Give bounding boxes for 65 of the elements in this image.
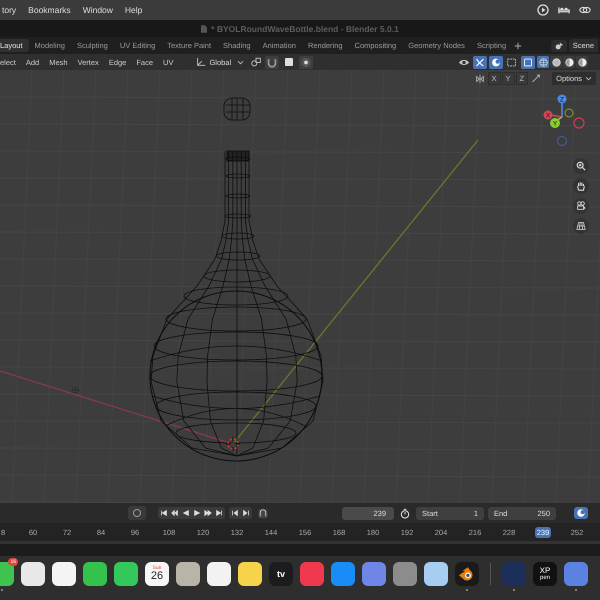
hand-icon [576,181,586,191]
app-icon[interactable] [207,562,231,586]
playback-control-icon[interactable] [160,509,168,517]
proportional-edit-icon[interactable] [299,56,314,68]
overlay-icon [576,508,586,518]
pivot-icon[interactable] [249,56,264,68]
scene-selector-button[interactable] [550,40,567,52]
menu-item[interactable]: Help [118,5,148,15]
app-icon[interactable] [114,562,138,586]
zoom-button[interactable] [573,158,589,174]
perspective-grid-button[interactable] [573,218,589,234]
shading-icon [538,58,548,66]
circle-icon [132,508,142,518]
magnet-icon[interactable] [265,56,280,68]
app-icon[interactable] [424,562,448,586]
stopwatch-icon[interactable] [398,506,412,520]
menu-item[interactable]: tory [0,5,22,15]
calendar-date-text: 26 [150,571,164,582]
playback-control-icon[interactable] [215,509,223,517]
snap-target-icon[interactable] [285,58,294,66]
app-icon[interactable] [83,562,107,586]
axes-icon [196,57,206,67]
app-icon[interactable] [238,562,262,586]
gizmo-toggle-icon[interactable] [473,56,487,68]
auto-key-icon[interactable] [256,506,270,520]
camera-button[interactable] [573,198,589,214]
window-title: * BYOLRoundWaveBottle.blend - Blender 5.0.1 [211,24,399,34]
play-icon[interactable] [537,4,549,16]
app-icon[interactable] [455,562,479,586]
jump-keyframe-icon[interactable] [231,509,239,517]
shading-mode-button[interactable] [576,56,588,68]
shading-icon [552,58,560,66]
app-icon[interactable] [52,562,76,586]
caret-icon [237,60,244,64]
app-label-text: XP [540,567,550,575]
menu-item[interactable]: Bookmarks [22,5,77,15]
keying-button[interactable] [128,506,146,520]
shading-mode-button[interactable] [550,56,562,68]
scene-icon [554,40,564,50]
app-icon[interactable] [21,562,45,586]
app-label-text: tv [276,569,285,579]
caret-icon [585,76,592,81]
shading-icon [564,58,574,66]
sync-button[interactable] [574,507,588,519]
playback-control-icon[interactable] [204,509,212,517]
3d-cursor-icon [226,437,240,451]
document-icon [201,24,208,32]
menu-item[interactable]: Window [76,5,119,15]
shading-mode-button[interactable] [537,56,549,68]
mesh-edit-overlay-icon[interactable] [505,56,519,68]
xray-toggle-icon[interactable] [521,56,535,68]
app-icon[interactable] [176,562,200,586]
add-icon[interactable] [514,42,522,50]
overlay-toggle-icon[interactable] [489,56,503,68]
jump-keyframe-icon[interactable] [242,509,250,517]
pan-hand-button[interactable] [573,178,589,194]
shading-mode-button[interactable] [563,56,575,68]
playback-control-icon[interactable] [171,509,179,517]
link-icon[interactable] [579,4,591,16]
camera-icon [576,201,586,211]
app-icon[interactable]: tv [269,562,293,586]
mirror-icon [474,74,485,84]
grid-icon [576,221,586,231]
shading-icon [578,58,586,66]
zoom-icon [576,161,586,171]
